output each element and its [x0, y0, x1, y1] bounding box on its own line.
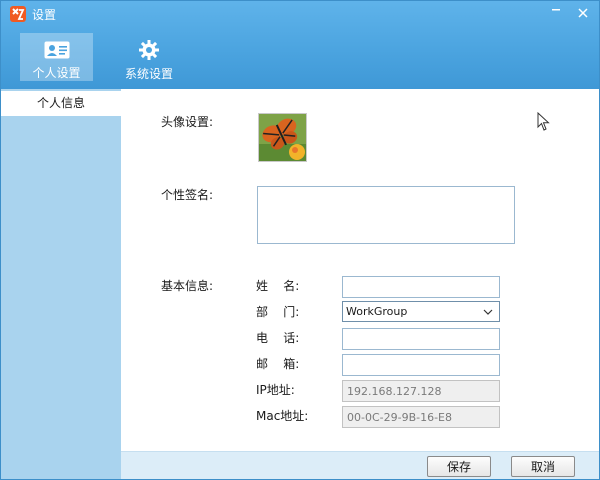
window-title: 设置	[32, 8, 57, 22]
chevron-down-icon	[483, 309, 493, 315]
name-input[interactable]	[342, 276, 500, 298]
ip-label: IP地址:	[256, 383, 295, 397]
name-label: 姓 名:	[256, 279, 300, 293]
sidebar: 个人信息	[1, 89, 121, 479]
signature-label: 个性签名:	[161, 188, 214, 202]
tab-label: 个人设置	[32, 66, 81, 80]
minimize-icon	[552, 9, 560, 11]
email-input[interactable]	[342, 354, 500, 376]
phone-label: 电 话:	[256, 331, 300, 345]
department-selected-value: WorkGroup	[346, 305, 408, 318]
close-button[interactable]	[573, 4, 593, 22]
avatar[interactable]	[258, 113, 307, 162]
tab-label: 系统设置	[124, 67, 173, 81]
department-select[interactable]: WorkGroup	[342, 301, 500, 322]
department-label: 部 门:	[256, 305, 300, 319]
mac-input	[342, 406, 500, 428]
close-icon	[578, 8, 588, 18]
minimize-button[interactable]	[546, 4, 566, 22]
basic-info-label: 基本信息:	[161, 279, 214, 293]
signature-textarea[interactable]	[257, 186, 515, 244]
ip-input	[342, 380, 500, 402]
gear-icon	[138, 39, 160, 61]
personal-info-panel: 头像设置: 个性签名: 基本信息: 姓 名: 部 门: WorkGroup 电 …	[121, 89, 599, 451]
tab-system-settings[interactable]: 系统设置	[112, 33, 186, 81]
mac-label: Mac地址:	[256, 409, 309, 423]
save-button[interactable]: 保存	[427, 456, 491, 477]
mouse-pointer-icon	[537, 111, 551, 135]
header-bar: 设置 个人设置 系统设置	[1, 1, 599, 89]
title-bar: 设置	[1, 1, 599, 27]
avatar-label: 头像设置:	[161, 115, 214, 129]
butterfly-avatar-image	[259, 114, 306, 161]
phone-input[interactable]	[342, 328, 500, 350]
footer-bar: 保存 取消	[121, 451, 599, 479]
settings-window: 设置 个人设置 系统设置 个人信息 头像设置: 个性签名: 基本信息: 姓 名:…	[0, 0, 600, 480]
email-label: 邮 箱:	[256, 357, 300, 371]
sidebar-item-personal-info[interactable]: 个人信息	[1, 91, 121, 116]
app-logo-icon	[10, 6, 26, 22]
cancel-button[interactable]: 取消	[511, 456, 575, 477]
tab-personal-settings[interactable]: 个人设置	[20, 33, 93, 81]
id-card-icon	[44, 39, 70, 60]
